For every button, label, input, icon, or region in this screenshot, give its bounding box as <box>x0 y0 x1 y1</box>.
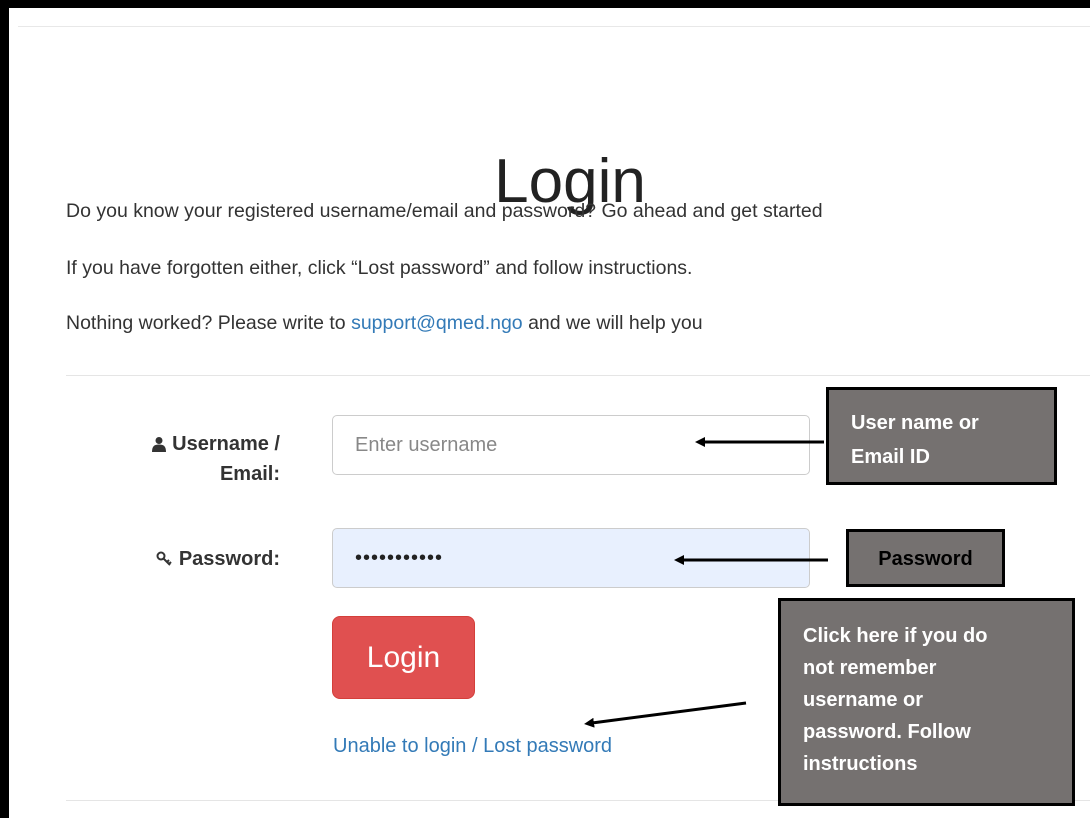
lost-password-arrow <box>584 701 747 728</box>
annotation-arrows <box>584 437 828 728</box>
